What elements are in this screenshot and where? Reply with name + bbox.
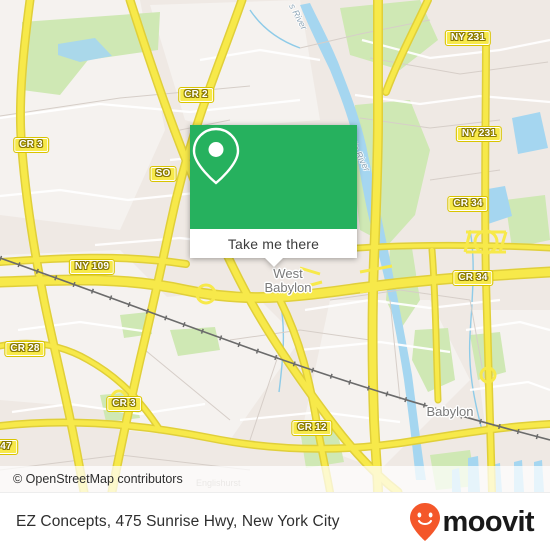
moovit-wordmark: moovit bbox=[442, 505, 535, 538]
bottom-info-bar: EZ Concepts, 475 Sunrise Hwy, New York C… bbox=[0, 492, 550, 550]
highway-shield: NY 231 bbox=[444, 30, 492, 46]
popup-image-area bbox=[190, 125, 357, 229]
highway-shield: NY 231 bbox=[455, 126, 503, 142]
highway-shield: CR 34 bbox=[447, 196, 489, 212]
map-pin-icon bbox=[192, 127, 240, 185]
highway-shield: CR 2 bbox=[178, 87, 214, 103]
map-canvas[interactable]: CR 2 NY 231 CR 3 NY 231 SO CR 34 NY 109 CR 34 CR… bbox=[0, 0, 550, 492]
highway-shield: CR 28 bbox=[4, 341, 46, 357]
take-me-there-label: Take me there bbox=[227, 235, 320, 252]
map-attribution-bar: © OpenStreetMap contributors bbox=[0, 466, 550, 492]
popup-action-bar[interactable]: Take me there bbox=[190, 229, 357, 267]
moovit-brand[interactable]: moovit bbox=[409, 503, 550, 541]
highway-shield: SO bbox=[149, 166, 177, 182]
highway-shield: CR 3 bbox=[106, 396, 142, 412]
osm-attribution-text[interactable]: © OpenStreetMap contributors bbox=[0, 472, 183, 486]
highway-shield: 47 bbox=[0, 439, 18, 455]
moovit-smiley-pin-icon bbox=[409, 503, 440, 541]
location-popup-card[interactable]: Take me there bbox=[190, 125, 357, 267]
address-label: EZ Concepts, 475 Sunrise Hwy, New York C… bbox=[16, 513, 340, 530]
highway-shield: CR 12 bbox=[291, 420, 333, 436]
highway-shield: NY 109 bbox=[68, 259, 116, 275]
popup-pointer-tail bbox=[263, 257, 284, 267]
map-screenshot: CR 2 NY 231 CR 3 NY 231 SO CR 34 NY 109 CR 34 CR… bbox=[0, 0, 550, 550]
highway-shield: CR 3 bbox=[13, 137, 49, 153]
highway-shield: CR 34 bbox=[452, 270, 494, 286]
